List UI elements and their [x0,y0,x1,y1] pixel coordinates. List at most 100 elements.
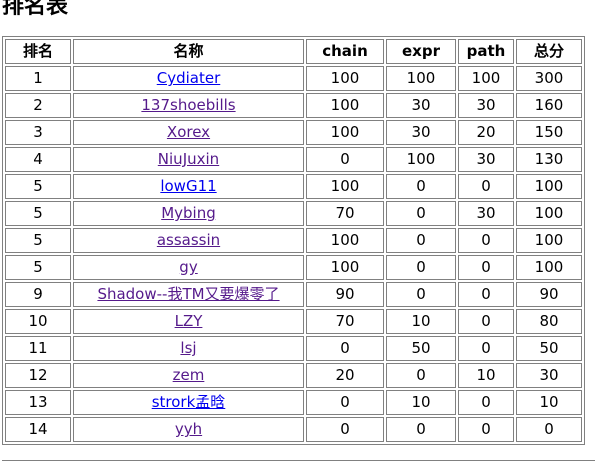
path-score-cell: 0 [458,390,514,415]
total-score-cell: 0 [516,417,582,442]
expr-score-cell: 0 [386,201,456,226]
path-score-cell: 0 [458,309,514,334]
user-link[interactable]: Mybing [161,204,216,222]
horizontal-rule [2,460,595,461]
user-link[interactable]: zem [173,366,205,384]
path-score-cell: 10 [458,363,514,388]
table-row: 10 LZY 70 10 0 80 [5,309,582,334]
user-link[interactable]: LZY [175,312,203,330]
chain-score-cell: 70 [306,201,384,226]
table-row: 3 Xorex 100 30 20 150 [5,120,582,145]
user-link[interactable]: Cydiater [157,69,221,87]
chain-score-cell: 100 [306,255,384,280]
rank-cell: 2 [5,93,71,118]
name-cell: lsj [73,336,304,361]
path-score-cell: 30 [458,147,514,172]
header-rank: 排名 [5,39,71,64]
expr-score-cell: 10 [386,390,456,415]
table-body: 1 Cydiater 100 100 100 300 2 137shoebills 100 30 3… [5,66,582,442]
path-score-cell: 0 [458,255,514,280]
total-score-cell: 160 [516,93,582,118]
total-score-cell: 130 [516,147,582,172]
table-row: 5 Mybing 70 0 30 100 [5,201,582,226]
chain-score-cell: 0 [306,417,384,442]
chain-score-cell: 0 [306,147,384,172]
chain-score-cell: 100 [306,120,384,145]
name-cell: Shadow--我TM又要爆零了 [73,282,304,307]
expr-score-cell: 0 [386,228,456,253]
user-link[interactable]: Xorex [167,123,210,141]
chain-score-cell: 100 [306,93,384,118]
name-cell: yyh [73,417,304,442]
chain-score-cell: 0 [306,336,384,361]
ranking-table: 排名 名称 chain expr path 总分 1 Cydiater 100 100… [2,36,585,445]
name-cell: Cydiater [73,66,304,91]
chain-score-cell: 20 [306,363,384,388]
total-score-cell: 50 [516,336,582,361]
page-title: 排名表 [2,0,69,19]
rank-cell: 5 [5,228,71,253]
path-score-cell: 30 [458,93,514,118]
rank-cell: 12 [5,363,71,388]
path-score-cell: 0 [458,417,514,442]
expr-score-cell: 50 [386,336,456,361]
chain-score-cell: 100 [306,228,384,253]
rank-cell: 5 [5,255,71,280]
name-cell: 137shoebills [73,93,304,118]
path-score-cell: 0 [458,228,514,253]
expr-score-cell: 0 [386,417,456,442]
name-cell: gy [73,255,304,280]
user-link[interactable]: Shadow--我TM又要爆零了 [97,285,279,303]
rank-cell: 1 [5,66,71,91]
name-cell: strork孟晗 [73,390,304,415]
expr-score-cell: 30 [386,93,456,118]
table-row: 2 137shoebills 100 30 30 160 [5,93,582,118]
header-expr: expr [386,39,456,64]
table-row: 11 lsj 0 50 0 50 [5,336,582,361]
total-score-cell: 100 [516,228,582,253]
total-score-cell: 100 [516,201,582,226]
name-cell: Xorex [73,120,304,145]
user-link[interactable]: assassin [157,231,220,249]
table-header-row: 排名 名称 chain expr path 总分 [5,39,582,64]
user-link[interactable]: yyh [175,420,202,438]
expr-score-cell: 100 [386,66,456,91]
header-chain: chain [306,39,384,64]
chain-score-cell: 70 [306,309,384,334]
chain-score-cell: 100 [306,174,384,199]
total-score-cell: 90 [516,282,582,307]
rank-cell: 11 [5,336,71,361]
path-score-cell: 20 [458,120,514,145]
user-link[interactable]: 137shoebills [141,96,235,114]
user-link[interactable]: strork孟晗 [152,393,226,411]
user-link[interactable]: lowG11 [160,177,216,195]
table-row: 1 Cydiater 100 100 100 300 [5,66,582,91]
total-score-cell: 80 [516,309,582,334]
chain-score-cell: 0 [306,390,384,415]
user-link[interactable]: NiuJuxin [158,150,219,168]
table-row: 14 yyh 0 0 0 0 [5,417,582,442]
expr-score-cell: 100 [386,147,456,172]
total-score-cell: 10 [516,390,582,415]
total-score-cell: 150 [516,120,582,145]
expr-score-cell: 30 [386,120,456,145]
name-cell: NiuJuxin [73,147,304,172]
table-row: 5 lowG11 100 0 0 100 [5,174,582,199]
total-score-cell: 30 [516,363,582,388]
header-total: 总分 [516,39,582,64]
name-cell: Mybing [73,201,304,226]
rank-cell: 13 [5,390,71,415]
total-score-cell: 100 [516,255,582,280]
user-link[interactable]: lsj [180,339,196,357]
expr-score-cell: 0 [386,174,456,199]
path-score-cell: 0 [458,174,514,199]
chain-score-cell: 90 [306,282,384,307]
name-cell: LZY [73,309,304,334]
user-link[interactable]: gy [179,258,197,276]
table-row: 5 gy 100 0 0 100 [5,255,582,280]
total-score-cell: 100 [516,174,582,199]
expr-score-cell: 0 [386,255,456,280]
path-score-cell: 30 [458,201,514,226]
rank-cell: 4 [5,147,71,172]
header-name: 名称 [73,39,304,64]
